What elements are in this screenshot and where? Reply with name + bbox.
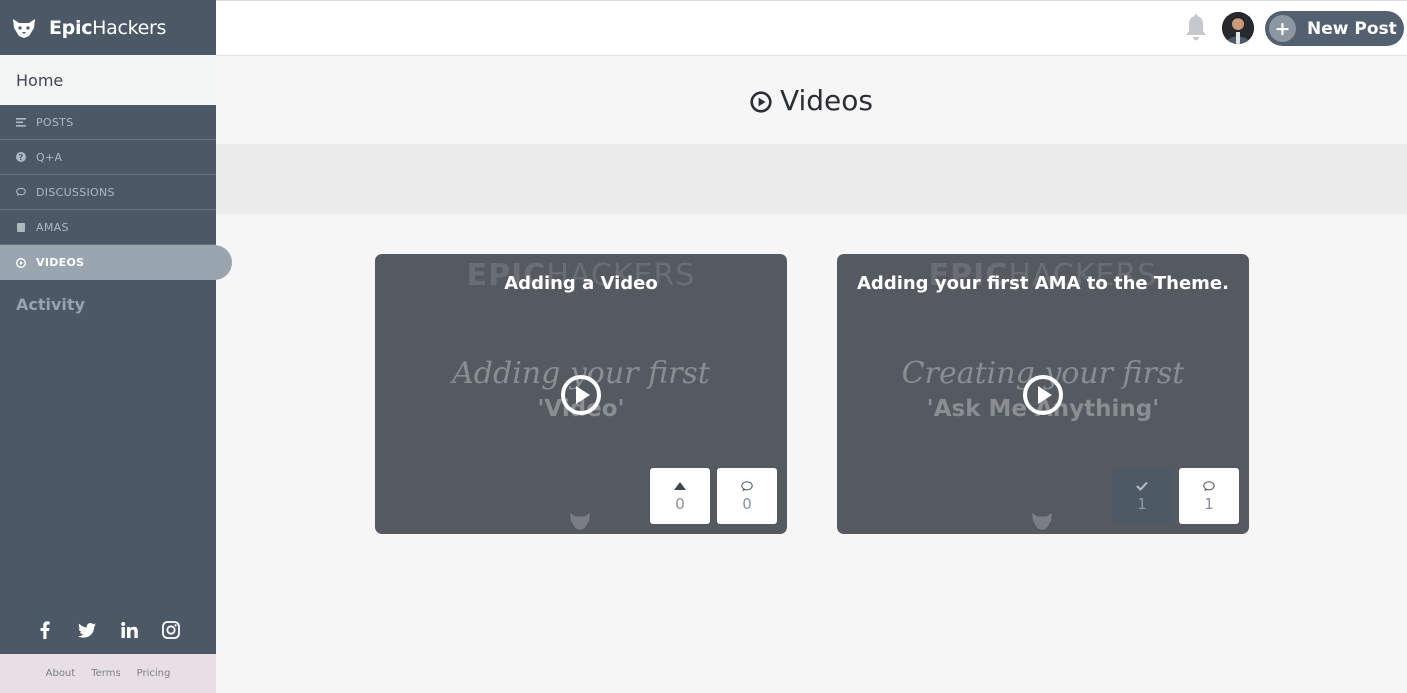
page-header: Videos xyxy=(216,56,1407,144)
comments-button[interactable]: 0 xyxy=(717,468,777,524)
avatar[interactable] xyxy=(1222,12,1254,44)
chat-bubble-icon xyxy=(1203,479,1215,493)
video-card[interactable]: EPICHACKERS Creating your first 'Ask Me … xyxy=(837,254,1249,534)
chat-bubble-icon xyxy=(741,479,753,493)
play-icon xyxy=(16,257,26,268)
filter-band xyxy=(216,144,1407,214)
footer-link-terms[interactable]: Terms xyxy=(91,668,120,679)
sidebar-footer: About Terms Pricing xyxy=(0,654,216,693)
sidebar-activity[interactable]: Activity xyxy=(16,295,85,314)
arrow-up-icon xyxy=(674,479,686,493)
list-icon xyxy=(16,117,26,127)
answered-count: 1 xyxy=(1137,495,1147,513)
new-post-button[interactable]: + New Post xyxy=(1265,11,1404,46)
sidebar-home[interactable]: Home xyxy=(0,55,216,105)
question-icon: ? xyxy=(16,152,26,162)
sidebar-item-posts[interactable]: POSTS xyxy=(0,105,216,140)
twitter-icon[interactable] xyxy=(77,620,97,640)
upvote-button[interactable]: 0 xyxy=(650,468,710,524)
sidebar-item-label: POSTS xyxy=(36,115,74,129)
chat-bubble-icon xyxy=(16,187,26,197)
video-card[interactable]: EPICHACKERS Adding your first 'Video' Ad… xyxy=(375,254,787,534)
facebook-icon[interactable] xyxy=(35,620,55,640)
sidebar: EpicHackers Home POSTS ? Q+A DISCUSSIONS… xyxy=(0,0,232,693)
vote-count: 0 xyxy=(675,495,685,513)
check-icon xyxy=(1136,479,1148,493)
comment-count: 1 xyxy=(1204,495,1214,513)
fox-watermark-icon xyxy=(1032,512,1052,530)
linkedin-icon[interactable] xyxy=(119,620,139,640)
footer-link-pricing[interactable]: Pricing xyxy=(137,668,171,679)
play-button-icon[interactable] xyxy=(1022,374,1064,416)
top-bar: + New Post xyxy=(216,0,1407,56)
comment-count: 0 xyxy=(742,495,752,513)
instagram-icon[interactable] xyxy=(161,620,181,640)
answered-badge[interactable]: 1 xyxy=(1112,468,1172,524)
play-circle-icon xyxy=(750,91,772,113)
bell-icon[interactable] xyxy=(1184,14,1208,42)
play-button-icon[interactable] xyxy=(560,374,602,416)
comments-button[interactable]: 1 xyxy=(1179,468,1239,524)
plus-icon: + xyxy=(1269,15,1296,42)
svg-text:?: ? xyxy=(19,153,24,162)
sidebar-nav: POSTS ? Q+A DISCUSSIONS AMAS VIDEOS xyxy=(0,105,232,280)
fox-watermark-icon xyxy=(570,512,590,530)
brand[interactable]: EpicHackers xyxy=(0,0,216,55)
square-icon xyxy=(16,222,26,232)
video-title[interactable]: Adding your first AMA to the Theme. xyxy=(837,273,1249,294)
page-title: Videos xyxy=(779,83,874,117)
brand-name: EpicHackers xyxy=(49,16,167,39)
sidebar-item-label: VIDEOS xyxy=(36,256,85,269)
sidebar-item-label: Q+A xyxy=(36,150,63,164)
sidebar-item-discussions[interactable]: DISCUSSIONS xyxy=(0,175,216,210)
sidebar-item-label: AMAS xyxy=(36,220,69,234)
sidebar-item-label: DISCUSSIONS xyxy=(36,185,115,199)
video-title[interactable]: Adding a Video xyxy=(375,273,787,294)
social-links xyxy=(0,620,216,640)
new-post-label: New Post xyxy=(1307,18,1397,39)
sidebar-item-amas[interactable]: AMAS xyxy=(0,210,216,245)
sidebar-item-qa[interactable]: ? Q+A xyxy=(0,140,216,175)
sidebar-item-videos[interactable]: VIDEOS xyxy=(0,245,232,280)
footer-link-about[interactable]: About xyxy=(46,668,76,679)
fox-logo-icon xyxy=(13,18,35,38)
